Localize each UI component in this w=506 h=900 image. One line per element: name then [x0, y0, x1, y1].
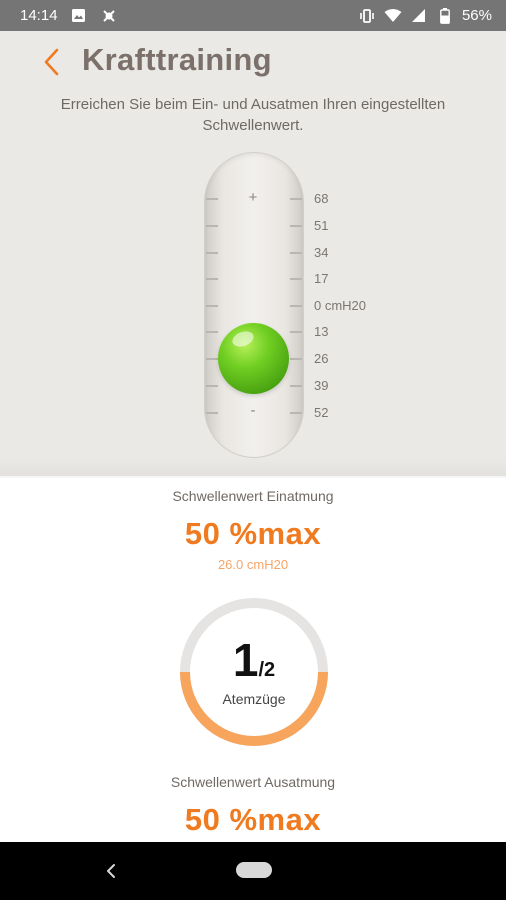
gauge-tick — [206, 385, 218, 387]
breath-count-label: Atemzüge — [222, 691, 286, 707]
gauge-tick — [290, 278, 302, 280]
scale-label: 34 — [314, 245, 329, 260]
scale-label: 0 cmH20 — [314, 298, 367, 313]
inhale-threshold-pressure: 26.0 cmH20 — [217, 557, 289, 572]
back-button[interactable] — [38, 45, 66, 79]
inhale-threshold-value: 50 %max — [184, 516, 322, 551]
vibrate-icon — [358, 7, 376, 25]
nav-back-icon — [107, 864, 115, 878]
panel-shadow — [0, 458, 506, 478]
chevron-left-icon — [44, 48, 59, 76]
gauge-tick — [206, 305, 218, 307]
gauge-tick — [290, 305, 302, 307]
scale-label: 52 — [314, 405, 329, 420]
scale-label: 68 — [314, 191, 329, 206]
gauge-tick — [290, 385, 302, 387]
nav-home-button[interactable] — [236, 862, 272, 878]
exhale-threshold-value: 50 %max — [184, 802, 322, 837]
scale-label: 26 — [314, 351, 329, 366]
gauge-tick — [290, 198, 302, 200]
battery-icon — [436, 7, 454, 25]
scale-label: 39 — [314, 378, 329, 393]
gauge-tick — [206, 278, 218, 280]
gauge-tick — [290, 252, 302, 254]
inhale-threshold-label: Schwellenwert Einatmung — [172, 488, 334, 504]
gauge-tick — [290, 412, 302, 414]
scale-label: 17 — [314, 271, 329, 286]
instruction-text: Erreichen Sie beim Ein- und Ausatmen Ihr… — [60, 96, 446, 134]
exhale-threshold-label: Schwellenwert Ausatmung — [170, 774, 336, 790]
gauge-tick — [290, 358, 302, 360]
status-bar: 14:14 56% — [0, 0, 506, 31]
minus-sign: - — [250, 402, 256, 419]
status-time: 14:14 — [20, 7, 58, 24]
scale-label: 13 — [314, 324, 329, 339]
image-icon — [70, 7, 88, 25]
signal-icon — [410, 7, 428, 25]
breath-counter: 1/2 — [179, 633, 329, 687]
breath-count-total: /2 — [258, 659, 276, 681]
breath-count-current: 1 — [232, 634, 259, 686]
scale-label: 51 — [314, 218, 329, 233]
nav-back-button[interactable] — [98, 858, 124, 884]
gauge-tick — [206, 198, 218, 200]
plus-sign: + — [248, 189, 258, 206]
wifi-icon — [384, 7, 402, 25]
bug-icon — [100, 7, 118, 25]
page-title: Krafttraining — [82, 42, 272, 77]
gauge-tick — [206, 252, 218, 254]
gauge-tick — [206, 225, 218, 227]
battery-level: 56% — [461, 7, 492, 24]
gauge-tick — [206, 331, 218, 333]
gauge-tick — [206, 358, 218, 360]
gauge-tick — [290, 331, 302, 333]
gauge-tick — [290, 225, 302, 227]
gauge-tick — [206, 412, 218, 414]
pressure-indicator-ball — [218, 323, 289, 394]
